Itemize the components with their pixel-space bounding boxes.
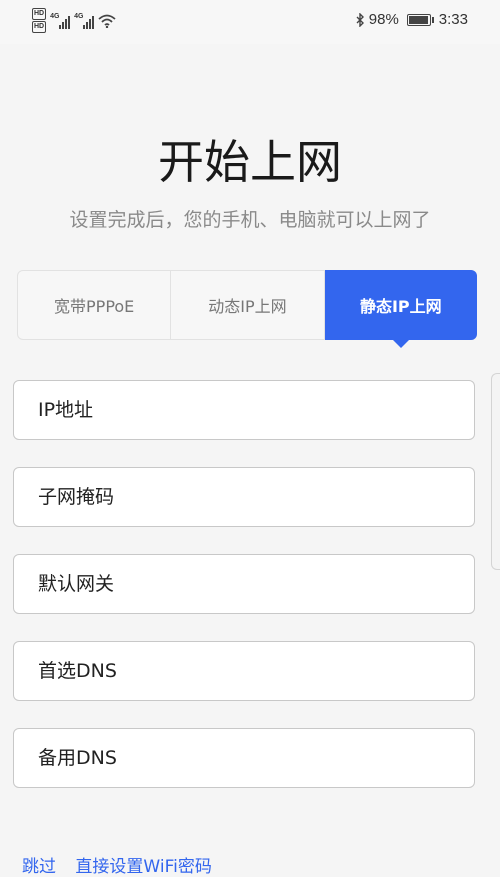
backup-dns-field[interactable] bbox=[13, 728, 475, 788]
gateway-field[interactable] bbox=[13, 554, 475, 614]
primary-dns-input[interactable] bbox=[36, 659, 474, 683]
battery-percent: 98% bbox=[368, 11, 399, 28]
tab-pppoe[interactable]: 宽带PPPoE bbox=[18, 271, 172, 339]
tab-static-ip[interactable]: 静态IP上网 bbox=[324, 270, 477, 348]
hd-icon: HD HD bbox=[32, 8, 47, 34]
hd-badge-2: HD bbox=[32, 21, 47, 33]
hd-badge-1: HD bbox=[32, 8, 47, 20]
network-type-1: 4G bbox=[50, 13, 60, 20]
network-type-2: 4G bbox=[74, 13, 84, 20]
battery-icon bbox=[406, 13, 434, 26]
tab-dynamic-ip[interactable]: 动态IP上网 bbox=[171, 271, 325, 339]
page-title: 开始上网 bbox=[158, 135, 342, 189]
battery-fill bbox=[408, 15, 429, 24]
wifi-icon bbox=[98, 14, 116, 28]
page-subtitle: 设置完成后，您的手机、电脑就可以上网了 bbox=[69, 209, 431, 231]
connection-type-tabs: 宽带PPPoE 动态IP上网 静态IP上网 bbox=[17, 270, 477, 348]
bluetooth-icon bbox=[356, 12, 364, 27]
signal-icon-sim1: 4G bbox=[50, 13, 71, 29]
subnet-mask-field[interactable] bbox=[13, 467, 475, 527]
side-scroll-handle[interactable] bbox=[491, 373, 500, 570]
bottom-links: 跳过 直接设置WiFi密码 bbox=[22, 852, 226, 877]
subnet-mask-input[interactable] bbox=[36, 485, 474, 509]
set-wifi-password-link[interactable]: 直接设置WiFi密码 bbox=[75, 857, 211, 877]
signal-icon-sim2: 4G bbox=[74, 13, 95, 29]
ip-address-input[interactable] bbox=[36, 398, 474, 422]
primary-dns-field[interactable] bbox=[13, 641, 475, 701]
status-right: 98% 3:33 bbox=[355, 11, 468, 28]
skip-link[interactable]: 跳过 bbox=[22, 857, 56, 877]
backup-dns-input[interactable] bbox=[36, 746, 474, 770]
ip-address-field[interactable] bbox=[13, 380, 475, 440]
gateway-input[interactable] bbox=[36, 572, 474, 596]
clock: 3:33 bbox=[438, 11, 468, 28]
status-bar: HD HD 4G 4G 98% 3:33 bbox=[0, 0, 500, 44]
status-left: HD HD 4G 4G bbox=[32, 8, 116, 34]
